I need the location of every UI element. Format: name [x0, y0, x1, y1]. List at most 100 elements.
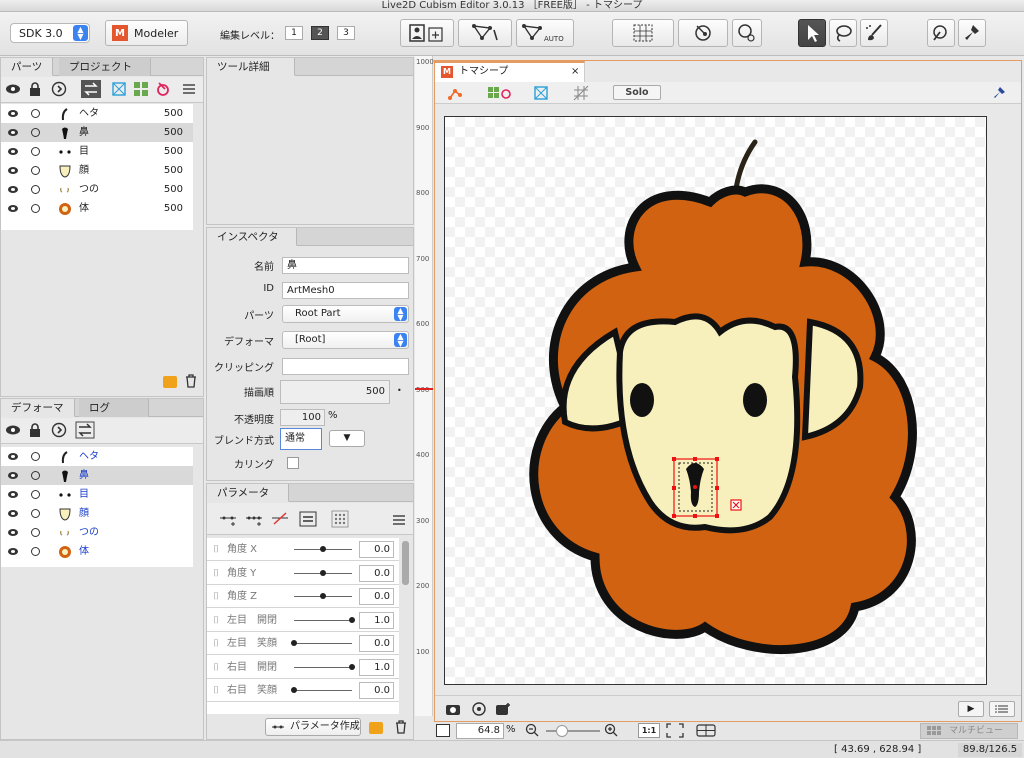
visibility-eye-icon[interactable]: [8, 110, 18, 117]
camera-settings-icon[interactable]: [471, 701, 487, 717]
parameter-row[interactable]: ⌷ 左目 笑顔 0.0: [207, 632, 399, 655]
lasso-select-tool[interactable]: [829, 19, 857, 47]
menu-icon[interactable]: [181, 81, 197, 97]
lock-toggle-icon[interactable]: [31, 528, 40, 537]
blend-field[interactable]: 通常: [280, 428, 322, 450]
deformer-filter-icon[interactable]: [111, 81, 127, 97]
lock-toggle-icon[interactable]: [31, 471, 40, 480]
zoom-out-icon[interactable]: [525, 723, 539, 740]
visibility-eye-icon[interactable]: [8, 186, 18, 193]
edit-level-1-button[interactable]: 1: [285, 26, 303, 40]
visibility-eye-icon[interactable]: [8, 510, 18, 517]
part-row[interactable]: 体 500: [1, 199, 193, 218]
part-select[interactable]: Root Part ▲ ▼: [282, 305, 409, 323]
parameter-value[interactable]: 1.0: [359, 611, 394, 629]
glue-button[interactable]: [732, 19, 762, 47]
deformer-row[interactable]: 目: [1, 485, 193, 504]
visibility-eye-icon[interactable]: [8, 548, 18, 555]
parameter-slider[interactable]: [294, 663, 355, 670]
lock-icon[interactable]: [27, 81, 43, 97]
parameter-slider[interactable]: [294, 546, 352, 552]
actual-size-button[interactable]: 1:1: [638, 723, 660, 738]
viewport-tab[interactable]: M トマシープ ×: [435, 61, 585, 82]
sdk-version-select[interactable]: SDK 3.0 ▲ ▼: [10, 23, 90, 43]
edit-level-3-button[interactable]: 3: [337, 26, 355, 40]
bone-filter-icon[interactable]: [447, 85, 463, 101]
parameter-value[interactable]: 0.0: [359, 541, 394, 558]
parameter-slider[interactable]: [294, 593, 352, 599]
parameter-slider-knob[interactable]: [320, 569, 326, 576]
visibility-eye-icon[interactable]: [8, 129, 18, 136]
part-row[interactable]: 鼻 500: [1, 123, 193, 142]
visibility-eye-icon[interactable]: [8, 205, 18, 212]
lock-toggle-icon[interactable]: [31, 128, 40, 137]
deformer-row[interactable]: つの: [1, 523, 193, 542]
swap-icon[interactable]: [75, 421, 95, 439]
opacity-field[interactable]: 100: [280, 409, 325, 426]
parameter-slider[interactable]: [294, 616, 355, 623]
name-field[interactable]: 鼻: [282, 257, 409, 274]
parameter-value[interactable]: 0.0: [359, 588, 394, 605]
parameter-value[interactable]: 1.0: [359, 658, 394, 676]
mesh-visibility-icon[interactable]: [487, 85, 513, 101]
visibility-eye-icon[interactable]: [8, 529, 18, 536]
play-circle-icon[interactable]: [51, 81, 67, 97]
lock-toggle-icon[interactable]: [31, 109, 40, 118]
parameter-value[interactable]: 0.0: [359, 635, 394, 652]
parameter-slider-knob[interactable]: [320, 546, 326, 552]
camera-icon[interactable]: [445, 701, 461, 717]
modeler-button[interactable]: M Modeler: [105, 20, 188, 46]
zoom-slider-thumb[interactable]: [556, 725, 568, 737]
artmesh-filter-icon[interactable]: [133, 81, 149, 97]
swap-icon[interactable]: [81, 80, 101, 98]
parameter-slider[interactable]: [291, 640, 352, 646]
folder-icon[interactable]: [369, 722, 383, 734]
lock-toggle-icon[interactable]: [31, 204, 40, 213]
rotation-filter-icon[interactable]: [155, 81, 171, 97]
part-row[interactable]: 目 500: [1, 142, 193, 161]
tab-inspector[interactable]: インスペクタ: [207, 228, 297, 246]
arrow-select-tool[interactable]: [798, 19, 826, 47]
auto-mesh-button[interactable]: AUTO: [516, 19, 574, 47]
parameter-slider[interactable]: [294, 569, 352, 576]
grid-visibility-icon[interactable]: [573, 85, 589, 101]
visibility-eye-icon[interactable]: [8, 472, 18, 479]
visibility-eye-icon[interactable]: [8, 148, 18, 155]
deformer-row[interactable]: 顔: [1, 504, 193, 523]
parameter-value[interactable]: 0.0: [359, 682, 394, 699]
lock-icon[interactable]: [27, 422, 43, 438]
eye-icon[interactable]: [5, 81, 21, 97]
parameter-row[interactable]: ⌷ 角度 X 0.0: [207, 538, 399, 561]
play-circle-icon[interactable]: [51, 422, 67, 438]
eye-icon[interactable]: [5, 422, 21, 438]
zoom-in-icon[interactable]: [604, 723, 618, 740]
texture-atlas-button[interactable]: [400, 19, 454, 47]
parameter-scrollbar[interactable]: [402, 541, 409, 585]
rotation-deformer-button[interactable]: [678, 19, 728, 47]
tab-log[interactable]: ログ: [79, 399, 149, 417]
clipping-field[interactable]: [282, 358, 409, 375]
param-grid-icon[interactable]: [331, 510, 349, 528]
folder-icon[interactable]: [163, 376, 177, 388]
deformer-row[interactable]: 鼻: [1, 466, 193, 485]
parameter-slider-knob[interactable]: [349, 616, 355, 623]
blend-dropdown-button[interactable]: ▼: [329, 430, 365, 447]
parameter-row[interactable]: ⌷ 右目 笑顔 0.0: [207, 679, 399, 702]
close-tab-icon[interactable]: ×: [571, 63, 579, 81]
draw-order-field[interactable]: 500: [280, 380, 390, 404]
zoom-slider-track[interactable]: [546, 725, 600, 737]
zoom-field[interactable]: 64.8: [456, 723, 504, 739]
part-row[interactable]: 顔 500: [1, 161, 193, 180]
mesh-edit-button[interactable]: [458, 19, 512, 47]
pen-tool-button[interactable]: [927, 19, 955, 47]
lock-toggle-icon[interactable]: [31, 547, 40, 556]
solo-button[interactable]: Solo: [613, 85, 661, 100]
tab-parameter[interactable]: パラメータ: [207, 484, 289, 502]
create-parameter-button[interactable]: パラメータ作成: [265, 718, 361, 736]
camera-add-icon[interactable]: [495, 701, 511, 717]
visibility-eye-icon[interactable]: [8, 167, 18, 174]
warp-visibility-icon[interactable]: [533, 85, 549, 101]
play-button[interactable]: ▶: [958, 701, 984, 717]
tab-deformer[interactable]: デフォーマ: [1, 399, 75, 417]
list-view-button[interactable]: [989, 701, 1015, 717]
